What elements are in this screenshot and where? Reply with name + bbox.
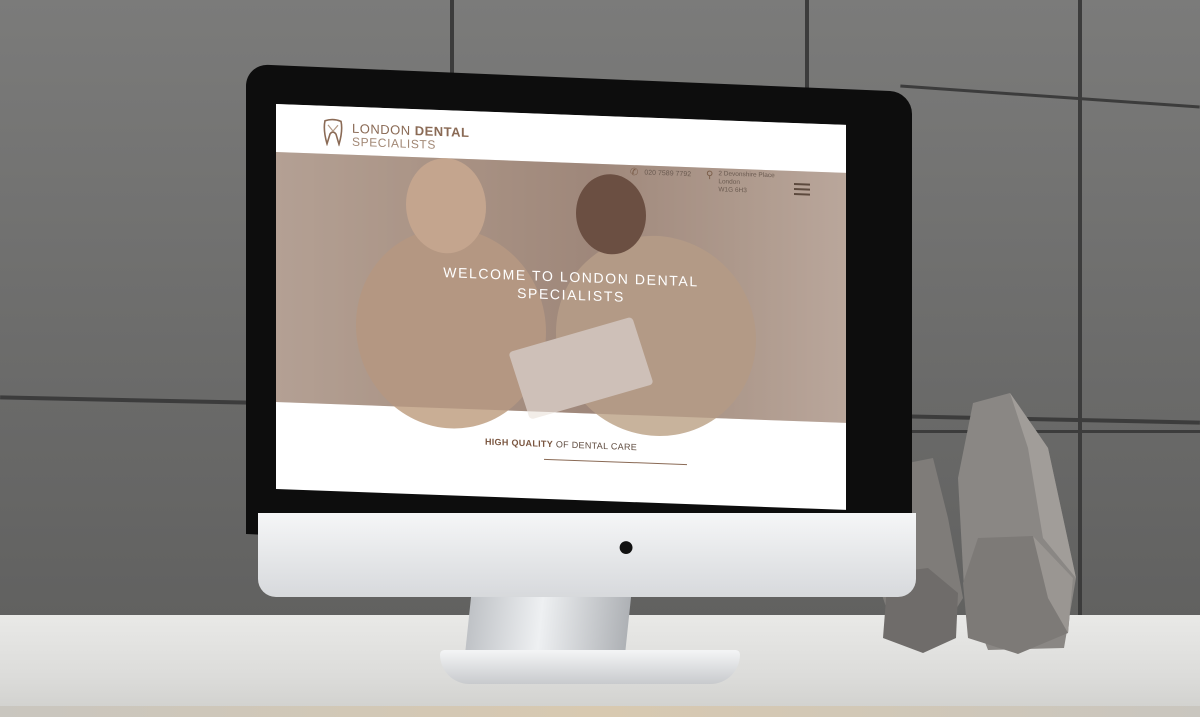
location-pin-icon: ⚲ xyxy=(706,169,714,182)
tagline-rest: OF DENTAL CARE xyxy=(553,439,638,453)
phone-icon: ✆ xyxy=(630,166,639,179)
tooth-logo-icon[interactable] xyxy=(322,118,344,147)
logo-subtitle: SPECIALISTS xyxy=(352,134,436,152)
tagline-underline xyxy=(544,458,687,466)
section-tagline: HIGH QUALITY OF DENTAL CARE xyxy=(276,429,846,460)
monitor-chin xyxy=(258,513,916,597)
tagline-bold: HIGH QUALITY xyxy=(484,436,554,450)
address-lines: 2 Devonshire Place London W1G 6H3 xyxy=(718,170,774,196)
monitor-stand-foot xyxy=(440,650,740,684)
hamburger-menu-icon[interactable] xyxy=(794,182,810,196)
apple-logo-icon: ● xyxy=(616,530,636,563)
header-phone[interactable]: ✆ 020 7589 7792 xyxy=(630,167,691,180)
header-address: ⚲ 2 Devonshire Place London W1G 6H3 xyxy=(706,170,775,197)
website-screen: LONDON DENTAL SPECIALISTS WELCOME TO LON… xyxy=(276,104,846,510)
desk-edge xyxy=(0,706,1200,717)
phone-number[interactable]: 020 7589 7792 xyxy=(644,170,691,179)
